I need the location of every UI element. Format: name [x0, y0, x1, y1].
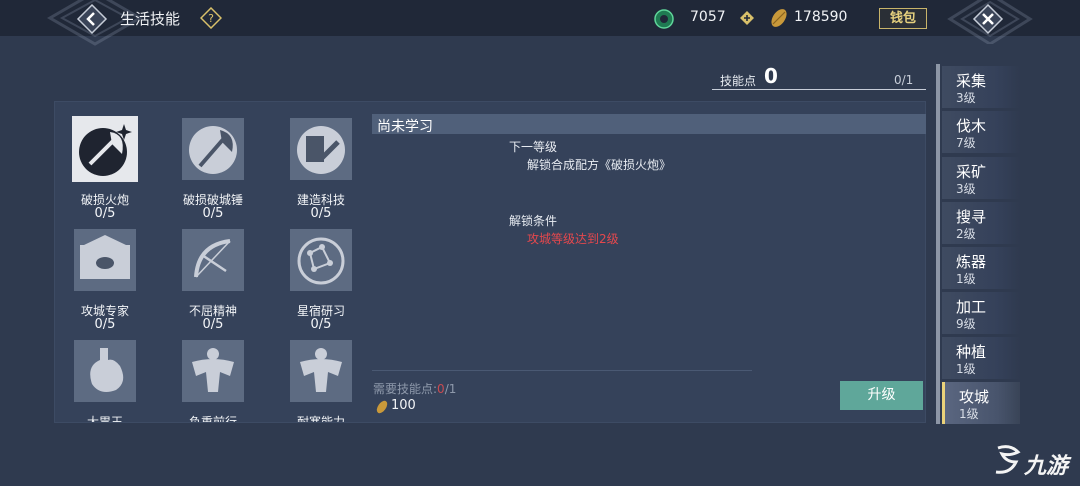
skill-item[interactable]: 大胃王 — [60, 336, 150, 422]
cannon-axe-icon — [72, 116, 138, 182]
skill-item[interactable]: 耐寒能力 — [276, 336, 365, 422]
skill-name: 负重前行 — [188, 415, 237, 422]
back-button[interactable] — [76, 3, 108, 35]
tab-name: 种植 — [956, 343, 987, 361]
skill-level: 0/5 — [310, 206, 332, 221]
skill-points-label: 技能点 — [720, 74, 757, 88]
skill-item[interactable]: 建造科技 0/5 — [276, 114, 365, 226]
skill-points-value: 0 — [764, 64, 778, 88]
diamond-ornament-icon — [947, 0, 1033, 44]
tab-siege[interactable]: 攻城 1级 — [942, 382, 1020, 424]
tab-gather[interactable]: 采集 3级 — [942, 66, 1020, 108]
tab-name: 攻城 — [959, 388, 990, 406]
gold-leaf-icon — [376, 400, 388, 414]
coin-amount: 178590 — [794, 9, 848, 25]
tab-level: 7级 — [956, 136, 976, 150]
wallet-button[interactable]: 钱包 — [879, 8, 927, 29]
siege-expert-icon — [74, 229, 136, 291]
next-level-label: 下一等级 — [509, 140, 558, 154]
detail-header — [372, 114, 926, 134]
skill-item[interactable]: 破损火炮 0/5 — [60, 114, 150, 226]
skill-level: 0/5 — [202, 206, 224, 221]
page-title: 生活技能 — [120, 10, 181, 28]
tab-processing[interactable]: 加工 9级 — [942, 292, 1020, 334]
close-icon[interactable] — [972, 3, 1004, 35]
tab-level: 3级 — [956, 91, 976, 105]
watermark-text: 九游 — [1024, 454, 1069, 479]
upgrade-cost: 100 — [391, 398, 416, 413]
gem-amount: 7057 — [690, 9, 726, 25]
next-level-text: 解锁合成配方《破损火炮》 — [527, 158, 672, 172]
svg-text:?: ? — [208, 12, 214, 25]
tab-search[interactable]: 搜寻 2级 — [942, 202, 1020, 244]
tab-refining[interactable]: 炼器 1级 — [942, 247, 1020, 289]
ram-hammer-icon — [182, 118, 244, 180]
skill-name: 耐寒能力 — [296, 415, 345, 422]
unlock-condition-label: 解锁条件 — [509, 214, 558, 228]
skill-item[interactable]: 破损破城锤 0/5 — [168, 114, 258, 226]
muscle-icon — [182, 340, 244, 402]
tab-name: 加工 — [956, 298, 987, 316]
detail-title: 尚未学习 — [377, 119, 433, 135]
skill-level: 0/5 — [94, 317, 116, 332]
skill-item[interactable]: 负重前行 — [168, 336, 258, 422]
tab-name: 搜寻 — [956, 208, 987, 226]
required-points-current: 0 — [437, 382, 445, 396]
skill-item[interactable]: 不屈精神 0/5 — [168, 225, 258, 337]
skill-item[interactable]: 星宿研习 0/5 — [276, 225, 365, 337]
tab-mining[interactable]: 采矿 3级 — [942, 157, 1020, 199]
skill-name: 大胃王 — [86, 415, 123, 422]
upgrade-button[interactable]: 升级 — [840, 381, 923, 410]
add-currency-icon[interactable] — [740, 11, 754, 25]
unlock-condition-text: 攻城等级达到2级 — [527, 232, 619, 246]
tab-planting[interactable]: 种植 1级 — [942, 337, 1020, 379]
required-points-label: 需要技能点: — [373, 382, 438, 396]
jade-gem-icon — [654, 9, 674, 29]
skill-level: 0/5 — [310, 317, 332, 332]
tab-name: 采集 — [956, 72, 987, 90]
bow-spirit-icon — [182, 229, 244, 291]
tab-level: 1级 — [959, 407, 979, 421]
skill-item[interactable]: 攻城专家 0/5 — [60, 225, 150, 337]
tab-logging[interactable]: 伐木 7级 — [942, 111, 1020, 153]
build-tech-icon — [290, 118, 352, 180]
help-icon[interactable]: ? — [200, 7, 222, 29]
skill-level: 0/5 — [94, 206, 116, 221]
skill-grid: 破损火炮 0/5 破损破城锤 0/5 建造科技 0/5 攻城专家 0/5 不屈精… — [55, 102, 365, 422]
divider — [372, 370, 752, 371]
skill-panel: 破损火炮 0/5 破损破城锤 0/5 建造科技 0/5 攻城专家 0/5 不屈精… — [54, 101, 926, 423]
skill-level: 0/5 — [202, 317, 224, 332]
divider — [712, 89, 926, 90]
required-points: 需要技能点:0/1 — [373, 380, 456, 397]
top-bar: 生活技能 ? 7057 178590 钱包 — [0, 0, 1080, 46]
tab-name: 炼器 — [956, 253, 987, 271]
tab-level: 2级 — [956, 227, 976, 241]
tab-name: 伐木 — [956, 117, 987, 135]
tab-level: 1级 — [956, 362, 976, 376]
stomach-icon — [74, 340, 136, 402]
muscle-icon — [290, 340, 352, 402]
required-points-total: /1 — [444, 382, 457, 396]
tab-level: 3级 — [956, 182, 976, 196]
tab-name: 采矿 — [956, 163, 987, 181]
constellation-icon — [290, 229, 352, 291]
tab-level: 9级 — [956, 317, 976, 331]
gold-leaf-icon — [771, 9, 787, 27]
skill-points-fraction: 0/1 — [894, 73, 914, 87]
tab-level: 1级 — [956, 272, 976, 286]
tab-scrollbar — [936, 64, 940, 424]
